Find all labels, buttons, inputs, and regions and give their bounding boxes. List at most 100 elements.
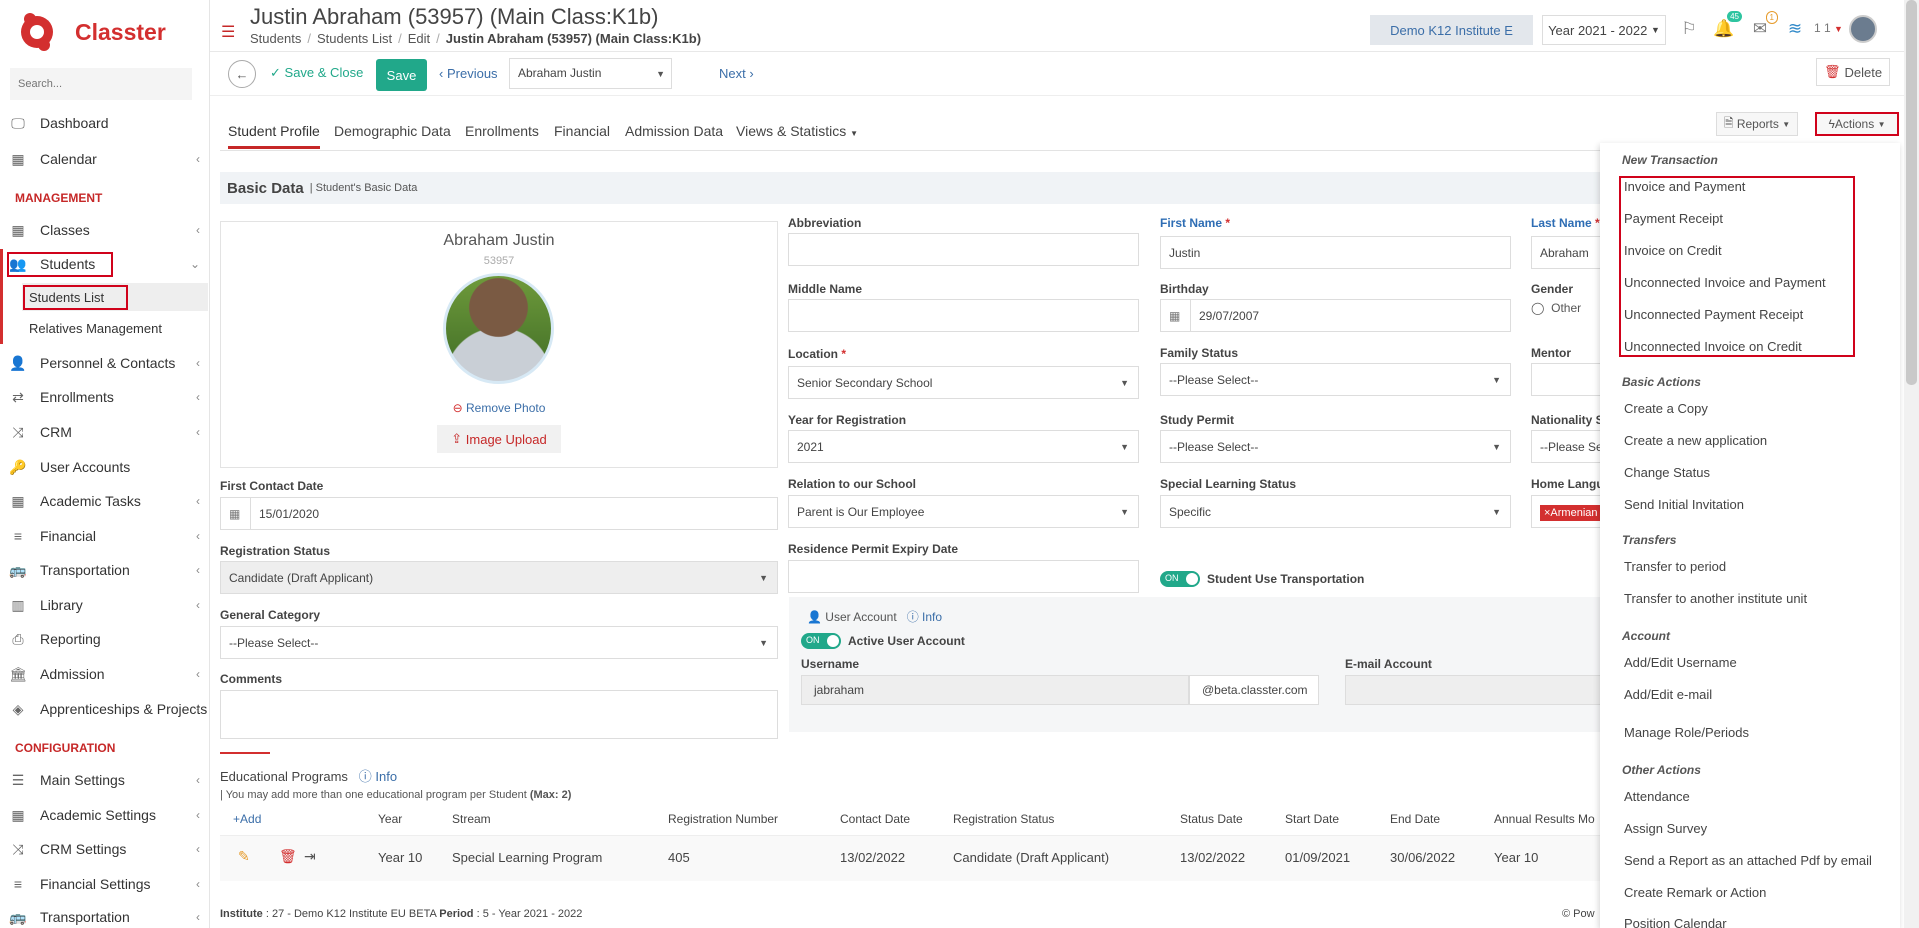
breadcrumb-students[interactable]: Students (250, 31, 301, 46)
sidebar-item-classes[interactable]: ▦ Classes ‹ (0, 215, 210, 245)
flag-icon[interactable]: ⚐ (1677, 17, 1701, 41)
residence-permit-field[interactable] (788, 560, 1139, 593)
tab-student-profile[interactable]: Student Profile (228, 123, 320, 149)
first-contact-field[interactable]: ▦ 15/01/2020 (220, 497, 778, 530)
back-button[interactable]: ← (228, 60, 256, 88)
sidebar-item-enrollments[interactable]: ⇄ Enrollments ‹ (0, 382, 210, 412)
calendar-icon[interactable]: ▦ (1161, 300, 1191, 331)
last-name-field[interactable]: Abraham (1531, 236, 1611, 269)
reports-button[interactable]: 🗎 Reports ▼ (1716, 112, 1798, 136)
menu-item-send-invitation[interactable]: Send Initial Invitation (1624, 497, 1744, 512)
sidebar-item-personnel[interactable]: 👤 Personnel & Contacts ‹ (0, 348, 210, 378)
tab-financial[interactable]: Financial (554, 123, 610, 139)
sidebar-subitem-relatives[interactable]: Relatives Management (22, 314, 208, 342)
menu-item-new-application[interactable]: Create a new application (1624, 433, 1767, 448)
menu-item-payment-receipt[interactable]: Payment Receipt (1624, 211, 1723, 226)
menu-item-attendance[interactable]: Attendance (1624, 789, 1690, 804)
location-select[interactable]: Senior Secondary School ▼ (788, 366, 1139, 399)
tab-enrollments[interactable]: Enrollments (465, 123, 539, 139)
avatar[interactable] (1849, 15, 1877, 43)
sidebar-item-transportation[interactable]: 🚌 Transportation ‹ (0, 555, 210, 585)
year-registration-select[interactable]: 2021 ▼ (788, 430, 1139, 463)
special-learning-select[interactable]: Specific ▼ (1160, 495, 1511, 528)
tab-admission-data[interactable]: Admission Data (625, 123, 723, 139)
delete-button[interactable]: 🗑 Delete (1816, 58, 1890, 86)
nationality-select[interactable]: --Please Se (1531, 430, 1611, 463)
user-menu-label[interactable]: 1 1 ▼ (1814, 21, 1843, 35)
comments-textarea[interactable] (220, 690, 778, 739)
sidebar-item-library[interactable]: ▥ Library ‹ (0, 590, 210, 620)
pencil-icon[interactable]: ✎ (238, 848, 250, 865)
next-link[interactable]: Next › (719, 66, 754, 81)
home-language-select[interactable]: ×Armenian (1531, 495, 1611, 528)
info-link[interactable]: ⓘ Info (907, 610, 942, 624)
menu-item-unconnected-payment-receipt[interactable]: Unconnected Payment Receipt (1624, 307, 1803, 322)
bell-icon[interactable]: 🔔 45 (1712, 11, 1742, 41)
breadcrumb-students-list[interactable]: Students List (317, 31, 392, 46)
gender-radio-other[interactable]: ◯ Other (1531, 301, 1581, 315)
trash-icon[interactable]: 🗑 (279, 848, 297, 865)
logo[interactable]: Classter (18, 10, 166, 54)
birthday-field[interactable]: ▦ 29/07/2007 (1160, 299, 1511, 332)
mentor-field[interactable] (1531, 363, 1611, 396)
breadcrumb-edit[interactable]: Edit (408, 31, 430, 46)
menu-item-transfer-institute[interactable]: Transfer to another institute unit (1624, 591, 1807, 606)
relation-select[interactable]: Parent is Our Employee ▼ (788, 495, 1139, 528)
remove-photo-link[interactable]: ⊖ Remove Photo (221, 401, 777, 415)
transport-toggle[interactable]: ON (1160, 571, 1200, 587)
layers-icon[interactable]: ≋ (1783, 17, 1807, 41)
menu-item-unconnected-invoice-payment[interactable]: Unconnected Invoice and Payment (1624, 275, 1826, 290)
sidebar-item-calendar[interactable]: ▦ Calendar ‹ (0, 144, 210, 174)
sidebar-item-crm-settings[interactable]: ⤨ CRM Settings ‹ (0, 834, 210, 864)
actions-button[interactable]: ϟ Actions ▼ (1815, 112, 1899, 136)
sidebar-item-transportation-settings[interactable]: 🚌 Transportation ‹ (0, 902, 210, 928)
family-status-select[interactable]: --Please Select-- ▼ (1160, 363, 1511, 396)
menu-item-send-report-pdf[interactable]: Send a Report as an attached Pdf by emai… (1624, 853, 1872, 868)
previous-link[interactable]: ‹ Previous (439, 66, 498, 81)
institute-selector[interactable]: Demo K12 Institute E (1370, 15, 1533, 45)
edu-info-link[interactable]: ⓘ Info (359, 769, 397, 784)
menu-item-transfer-period[interactable]: Transfer to period (1624, 559, 1726, 574)
active-account-toggle[interactable]: ON (801, 633, 841, 649)
email-account-field[interactable] (1345, 675, 1605, 705)
save-button[interactable]: Save (376, 59, 427, 91)
scrollbar-thumb[interactable] (1906, 0, 1917, 385)
menu-item-create-copy[interactable]: Create a Copy (1624, 401, 1708, 416)
sidebar-item-academic-settings[interactable]: ▦ Academic Settings ‹ (0, 800, 210, 830)
menu-item-manage-roles[interactable]: Manage Role/Periods (1624, 725, 1749, 740)
sidebar-item-academic-tasks[interactable]: ▦ Academic Tasks ‹ (0, 486, 210, 516)
abbreviation-field[interactable] (788, 233, 1139, 266)
general-category-select[interactable]: --Please Select-- ▼ (220, 626, 778, 659)
registration-status-select[interactable]: Candidate (Draft Applicant) ▼ (220, 561, 778, 594)
tab-views-statistics[interactable]: Views & Statistics ▼ (736, 123, 858, 139)
save-close-button[interactable]: ✓ Save & Close (270, 65, 363, 81)
calendar-icon[interactable]: ▦ (221, 498, 251, 529)
search-input[interactable] (10, 68, 192, 100)
tab-demographic-data[interactable]: Demographic Data (334, 123, 451, 139)
sidebar-item-dashboard[interactable]: 🖵 Dashboard (0, 108, 210, 138)
sidebar-item-main-settings[interactable]: ☰ Main Settings ‹ (0, 765, 210, 795)
sidebar-item-admission[interactable]: 🏛 Admission ‹ (0, 659, 210, 689)
menu-item-edit-username[interactable]: Add/Edit Username (1624, 655, 1737, 670)
menu-item-change-status[interactable]: Change Status (1624, 465, 1710, 480)
study-permit-select[interactable]: --Please Select-- ▼ (1160, 430, 1511, 463)
sidebar-item-financial-settings[interactable]: ≡ Financial Settings ‹ (0, 869, 210, 899)
sidebar-item-reporting[interactable]: ⎙ Reporting (0, 624, 210, 654)
sidebar-item-crm[interactable]: ⤨ CRM ‹ (0, 417, 210, 447)
menu-item-invoice-credit[interactable]: Invoice on Credit (1624, 243, 1722, 258)
menu-item-assign-survey[interactable]: Assign Survey (1624, 821, 1707, 836)
menu-item-unconnected-invoice-credit[interactable]: Unconnected Invoice on Credit (1624, 339, 1802, 354)
sidebar-item-financial[interactable]: ≡ Financial ‹ (0, 521, 210, 551)
username-field[interactable]: jabraham (801, 675, 1189, 705)
menu-item-edit-email[interactable]: Add/Edit e-mail (1624, 687, 1712, 702)
first-name-field[interactable]: Justin (1160, 236, 1511, 269)
hamburger-icon[interactable]: ☰ (221, 22, 235, 42)
add-program-button[interactable]: +Add (233, 812, 261, 826)
sidebar-item-apprenticeships[interactable]: ◈ Apprenticeships & Projects ‹ (0, 694, 210, 724)
year-selector[interactable]: Year 2021 - 2022 ▼ (1542, 15, 1666, 45)
sign-in-icon[interactable]: ⇥ (304, 848, 316, 865)
envelope-icon[interactable]: ✉ 1 (1748, 11, 1778, 41)
image-upload-button[interactable]: ⇪ Image Upload (437, 425, 561, 453)
menu-item-invoice-payment[interactable]: Invoice and Payment (1624, 179, 1745, 194)
sidebar-item-user-accounts[interactable]: 🔑 User Accounts (0, 452, 210, 482)
